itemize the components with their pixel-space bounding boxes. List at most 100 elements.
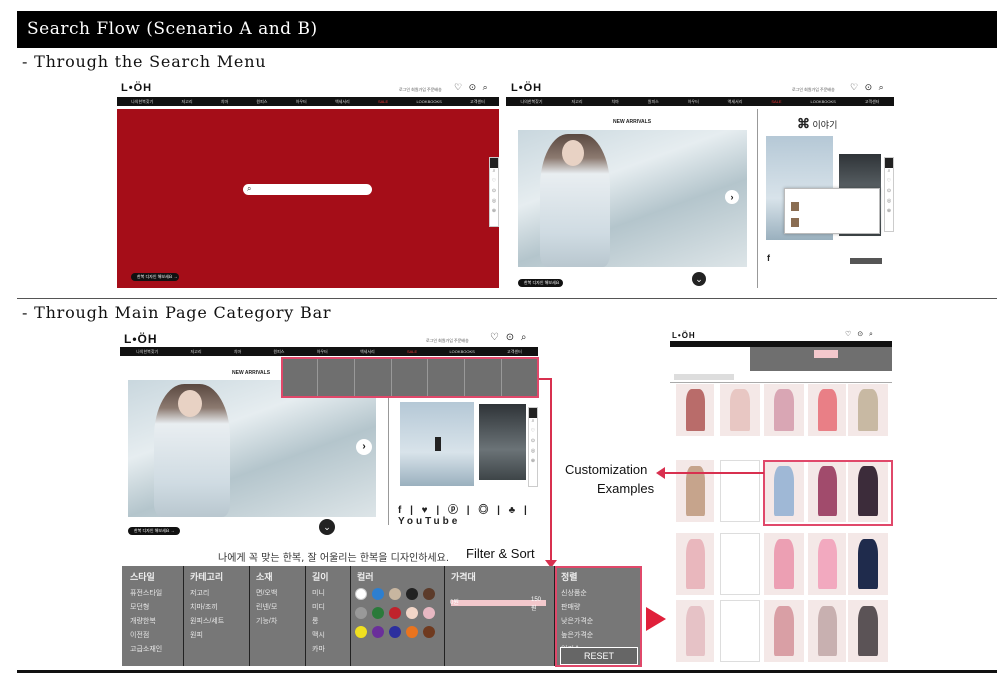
- nav-item[interactable]: 액세서리: [360, 349, 375, 355]
- product-card[interactable]: [764, 384, 804, 436]
- price-slider-mini[interactable]: [814, 350, 838, 358]
- social-links[interactable]: f: [767, 253, 773, 263]
- product-card[interactable]: [720, 384, 760, 436]
- nav-item[interactable]: 나의한복찾기: [520, 99, 542, 105]
- color-swatch[interactable]: [423, 626, 435, 638]
- color-swatch[interactable]: [406, 607, 418, 619]
- nav-item-sale[interactable]: SALE: [378, 99, 388, 104]
- design-pill-button[interactable]: 한복 디자인 해보세요 →: [518, 279, 563, 287]
- product-card[interactable]: [720, 600, 760, 662]
- price-slider[interactable]: 0원 150원: [450, 597, 546, 612]
- filter-option[interactable]: 면/오백: [256, 588, 277, 598]
- side-toolbar[interactable]: ⌕ ♡ ⊙ ◎ ⊕: [489, 157, 499, 227]
- product-card[interactable]: [848, 600, 888, 662]
- filter-option[interactable]: 미니: [312, 588, 325, 598]
- nav-item[interactable]: LOOKBOOKS: [810, 99, 835, 104]
- nav-item-sale[interactable]: SALE: [771, 99, 781, 104]
- nav-item[interactable]: 저고리: [181, 99, 192, 105]
- color-swatch[interactable]: [355, 588, 367, 600]
- story-photo-2[interactable]: [479, 404, 526, 480]
- login-link[interactable]: 로그인: [399, 87, 410, 92]
- nav-item[interactable]: 치마: [234, 349, 241, 355]
- product-card[interactable]: [720, 460, 760, 522]
- filter-option[interactable]: 롱: [312, 616, 318, 626]
- product-card[interactable]: [764, 533, 804, 595]
- color-swatch[interactable]: [423, 607, 435, 619]
- signup-link[interactable]: 회원가입: [804, 87, 819, 92]
- site-logo[interactable]: L•ÖH: [511, 82, 542, 94]
- nav-item[interactable]: 원피스: [273, 349, 284, 355]
- nav-item[interactable]: 저고리: [190, 349, 201, 355]
- design-pill-button[interactable]: 한복 디자인 해보세요 →: [128, 527, 180, 535]
- filter-option[interactable]: 미디: [312, 602, 325, 612]
- site-logo[interactable]: L•ÖH: [121, 82, 152, 94]
- product-card[interactable]: [848, 384, 888, 436]
- filter-option[interactable]: 원피스/세트: [190, 616, 224, 626]
- filter-option[interactable]: 고급소재인: [130, 644, 162, 654]
- filter-option[interactable]: 모던형: [130, 602, 149, 612]
- product-card[interactable]: [808, 600, 846, 662]
- filter-option[interactable]: 카마: [312, 644, 325, 654]
- cart-popup[interactable]: [784, 188, 880, 234]
- login-link[interactable]: 로그인: [792, 87, 803, 92]
- product-card[interactable]: [848, 533, 888, 595]
- orders-link[interactable]: 주문배송: [427, 87, 442, 92]
- nav-item[interactable]: 나의한복찾기: [136, 349, 158, 355]
- product-card[interactable]: [808, 384, 846, 436]
- orders-link[interactable]: 주문배송: [454, 338, 469, 343]
- nav-item[interactable]: 원피스: [648, 99, 659, 105]
- side-toolbar[interactable]: ⌕ ♡ ⊙ ◎ ⊕: [528, 407, 538, 487]
- header-icons[interactable]: ♡ ⊙ ⌕: [454, 82, 490, 93]
- social-links[interactable]: f | ♥ | ⓟ | ◎ | ♣ | YouTube: [398, 501, 545, 527]
- color-swatch[interactable]: [372, 626, 384, 638]
- color-swatch[interactable]: [355, 626, 367, 638]
- filter-option[interactable]: 저고리: [190, 588, 209, 598]
- filter-option[interactable]: 치마/조끼: [190, 602, 218, 612]
- filter-option[interactable]: 원피: [190, 630, 203, 640]
- nav-item[interactable]: 치마: [611, 99, 618, 105]
- signup-link[interactable]: 회원가입: [438, 338, 453, 343]
- filter-option[interactable]: 개량한복: [130, 616, 156, 626]
- site-logo[interactable]: L•ÖH: [124, 332, 158, 346]
- nav-item[interactable]: 치마: [221, 99, 228, 105]
- nav-item[interactable]: 아우터: [688, 99, 699, 105]
- product-card[interactable]: [720, 533, 760, 595]
- header-icons[interactable]: ♡ ⊙ ⌕: [850, 82, 886, 93]
- product-card[interactable]: [676, 600, 714, 662]
- filter-option[interactable]: 퓨전스타일: [130, 588, 162, 598]
- nav-item[interactable]: 저고리: [571, 99, 582, 105]
- design-pill-button[interactable]: 한복 디자인 해보세요 →: [131, 273, 179, 281]
- nav-item[interactable]: 아우터: [317, 349, 328, 355]
- nav-item[interactable]: 아우터: [296, 99, 307, 105]
- color-swatch[interactable]: [406, 588, 418, 600]
- color-swatch[interactable]: [372, 588, 384, 600]
- product-card[interactable]: [676, 384, 714, 436]
- nav-item[interactable]: 원피스: [256, 99, 267, 105]
- login-link[interactable]: 로그인: [426, 338, 437, 343]
- side-toolbar[interactable]: ⌕ ♡ ⊙ ◎ ⊕: [884, 157, 894, 232]
- color-swatch[interactable]: [389, 588, 401, 600]
- nav-item-sale[interactable]: SALE: [407, 349, 417, 354]
- filter-option[interactable]: 맥시: [312, 630, 325, 640]
- search-input[interactable]: ⌕: [243, 184, 372, 195]
- product-card[interactable]: [676, 460, 714, 522]
- story-photo-1[interactable]: [400, 402, 474, 486]
- header-icons[interactable]: ♡ ⊙ ⌕: [490, 332, 529, 343]
- color-swatch[interactable]: [389, 626, 401, 638]
- footer-link[interactable]: [850, 258, 882, 264]
- filter-option[interactable]: 린넨/모: [256, 602, 277, 612]
- orders-link[interactable]: 주문배송: [820, 87, 835, 92]
- product-card[interactable]: [676, 533, 714, 595]
- next-slide-button[interactable]: ›: [725, 190, 739, 204]
- nav-item[interactable]: 고객센터: [470, 99, 485, 105]
- nav-item[interactable]: LOOKBOOKS: [449, 349, 474, 354]
- color-swatch[interactable]: [372, 607, 384, 619]
- nav-item[interactable]: 고객센터: [865, 99, 880, 105]
- header-icons[interactable]: ♡ ⊙ ⌕: [845, 330, 875, 339]
- hero-photo[interactable]: [128, 380, 376, 517]
- filter-option[interactable]: 이전점: [130, 630, 149, 640]
- hero-photo[interactable]: [518, 130, 747, 267]
- scroll-down-icon[interactable]: ⌄: [319, 519, 335, 535]
- nav-item[interactable]: LOOKBOOKS: [416, 99, 441, 104]
- color-swatch[interactable]: [355, 607, 367, 619]
